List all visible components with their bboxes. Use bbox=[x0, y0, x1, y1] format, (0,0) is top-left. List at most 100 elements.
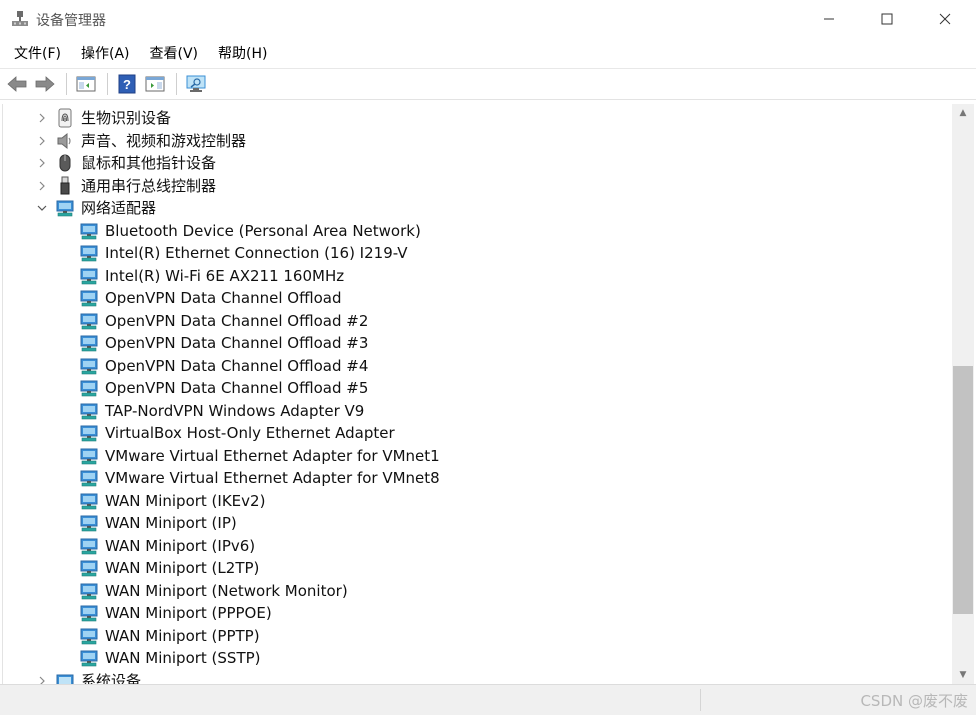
network-adapter-icon bbox=[79, 558, 99, 578]
tree-node-label: WAN Miniport (IP) bbox=[105, 514, 237, 532]
tree-device-item[interactable]: WAN Miniport (PPTP) bbox=[3, 625, 952, 648]
network-adapter-icon bbox=[79, 423, 99, 443]
tree-category[interactable]: 系统设备 bbox=[3, 670, 952, 684]
tree-device-item[interactable]: WAN Miniport (L2TP) bbox=[3, 557, 952, 580]
scroll-down-arrow[interactable]: ▼ bbox=[952, 666, 974, 684]
tree-device-item[interactable]: TAP-NordVPN Windows Adapter V9 bbox=[3, 400, 952, 423]
scan-hardware-changes-button[interactable] bbox=[183, 71, 209, 97]
tree-category[interactable]: 通用串行总线控制器 bbox=[3, 175, 952, 198]
tree-category-expanded[interactable]: 网络适配器 bbox=[3, 197, 952, 220]
chevron-right-icon[interactable] bbox=[35, 111, 49, 125]
tree-device-item[interactable]: Intel(R) Wi-Fi 6E AX211 160MHz bbox=[3, 265, 952, 288]
tree-device-item[interactable]: Intel(R) Ethernet Connection (16) I219-V bbox=[3, 242, 952, 265]
chevron-right-icon[interactable] bbox=[35, 156, 49, 170]
svg-text:?: ? bbox=[123, 77, 131, 92]
monitor-scan-icon bbox=[186, 75, 206, 92]
back-arrow-icon bbox=[7, 76, 27, 92]
tree-device-item[interactable]: WAN Miniport (SSTP) bbox=[3, 647, 952, 670]
tree-device-item[interactable]: WAN Miniport (Network Monitor) bbox=[3, 580, 952, 603]
maximize-button[interactable] bbox=[858, 0, 916, 38]
scroll-thumb[interactable] bbox=[953, 366, 973, 614]
network-adapter-icon bbox=[79, 311, 99, 331]
help-button[interactable]: ? bbox=[114, 71, 140, 97]
tree-category[interactable]: 生物识别设备 bbox=[3, 107, 952, 130]
tree-device-item[interactable]: VMware Virtual Ethernet Adapter for VMne… bbox=[3, 467, 952, 490]
chevron-right-icon[interactable] bbox=[35, 134, 49, 148]
console-tree-icon bbox=[76, 76, 96, 92]
mouse-icon bbox=[55, 153, 75, 173]
toolbar-separator bbox=[66, 73, 67, 95]
network-adapter-icon bbox=[79, 221, 99, 241]
minimize-button[interactable] bbox=[800, 0, 858, 38]
tree-device-item[interactable]: OpenVPN Data Channel Offload #2 bbox=[3, 310, 952, 333]
tree-node-label: WAN Miniport (IPv6) bbox=[105, 536, 256, 555]
network-adapter-icon bbox=[79, 603, 99, 623]
tree-device-item[interactable]: OpenVPN Data Channel Offload #3 bbox=[3, 332, 952, 355]
tree-device-item[interactable]: WAN Miniport (IP) bbox=[3, 512, 952, 535]
tree-device-item[interactable]: OpenVPN Data Channel Offload #4 bbox=[3, 355, 952, 378]
forward-button[interactable] bbox=[32, 71, 58, 97]
menu-bar: 文件(F) 操作(A) 查看(V) 帮助(H) bbox=[0, 38, 976, 68]
tree-node-label: 通用串行总线控制器 bbox=[81, 176, 217, 195]
network-adapter-icon bbox=[79, 243, 99, 263]
tree-device-item[interactable]: WAN Miniport (IKEv2) bbox=[3, 490, 952, 513]
menu-action[interactable]: 操作(A) bbox=[71, 39, 140, 67]
tree-device-item[interactable]: WAN Miniport (PPPOE) bbox=[3, 602, 952, 625]
tree-node-label: OpenVPN Data Channel Offload #5 bbox=[105, 379, 369, 397]
tree-node-label: 声音、视频和游戏控制器 bbox=[81, 131, 247, 150]
network-adapter-icon bbox=[79, 513, 99, 533]
tree-category[interactable]: 鼠标和其他指针设备 bbox=[3, 152, 952, 175]
tree-node-label: 鼠标和其他指针设备 bbox=[81, 154, 217, 172]
forward-arrow-icon bbox=[35, 76, 55, 92]
chevron-right-icon[interactable] bbox=[35, 674, 49, 684]
tree-node-label: 生物识别设备 bbox=[81, 109, 172, 127]
network-adapter-icon bbox=[79, 446, 99, 466]
tree-device-item[interactable]: WAN Miniport (IPv6) bbox=[3, 535, 952, 558]
back-button[interactable] bbox=[4, 71, 30, 97]
network-adapter-icon bbox=[79, 333, 99, 353]
tree-node-label: VirtualBox Host-Only Ethernet Adapter bbox=[105, 424, 395, 442]
tree-node-label: WAN Miniport (Network Monitor) bbox=[105, 581, 348, 600]
tree-device-item[interactable]: VMware Virtual Ethernet Adapter for VMne… bbox=[3, 445, 952, 468]
network-adapter-icon bbox=[55, 198, 75, 218]
menu-view[interactable]: 查看(V) bbox=[140, 39, 209, 67]
tree-device-item[interactable]: OpenVPN Data Channel Offload bbox=[3, 287, 952, 310]
tree-node-label: WAN Miniport (PPPOE) bbox=[105, 604, 272, 622]
toolbar-separator bbox=[176, 73, 177, 95]
tree-node-label: TAP-NordVPN Windows Adapter V9 bbox=[105, 401, 365, 420]
tree-node-label: Intel(R) Ethernet Connection (16) I219-V bbox=[105, 244, 408, 262]
tree-device-item[interactable]: OpenVPN Data Channel Offload #5 bbox=[3, 377, 952, 400]
close-button[interactable] bbox=[916, 0, 974, 38]
show-action-pane-button[interactable] bbox=[142, 71, 168, 97]
tree-node-label: VMware Virtual Ethernet Adapter for VMne… bbox=[105, 446, 440, 465]
tree-node-label: WAN Miniport (IKEv2) bbox=[105, 491, 266, 510]
chevron-right-icon[interactable] bbox=[35, 179, 49, 193]
tree-node-label: OpenVPN Data Channel Offload #3 bbox=[105, 334, 369, 352]
toolbar: ? bbox=[0, 68, 976, 100]
action-pane-icon bbox=[145, 76, 165, 92]
tree-node-label: VMware Virtual Ethernet Adapter for VMne… bbox=[105, 469, 440, 487]
window-title: 设备管理器 bbox=[36, 13, 106, 29]
tree-category[interactable]: 声音、视频和游戏控制器 bbox=[3, 130, 952, 153]
toolbar-separator bbox=[107, 73, 108, 95]
network-adapter-icon bbox=[79, 468, 99, 488]
tree-device-item[interactable]: Bluetooth Device (Personal Area Network) bbox=[3, 220, 952, 243]
show-hide-console-tree-button[interactable] bbox=[73, 71, 99, 97]
network-adapter-icon bbox=[79, 266, 99, 286]
network-adapter-icon bbox=[79, 491, 99, 511]
vertical-scrollbar[interactable]: ▲ ▼ bbox=[952, 104, 974, 684]
tree-node-label: Bluetooth Device (Personal Area Network) bbox=[105, 221, 421, 240]
network-adapter-icon bbox=[79, 356, 99, 376]
scroll-up-arrow[interactable]: ▲ bbox=[952, 104, 974, 122]
chevron-down-icon[interactable] bbox=[35, 201, 49, 215]
tree-node-label: Intel(R) Wi-Fi 6E AX211 160MHz bbox=[105, 266, 345, 285]
menu-help[interactable]: 帮助(H) bbox=[208, 39, 277, 67]
menu-file[interactable]: 文件(F) bbox=[4, 39, 71, 67]
network-adapter-icon bbox=[79, 581, 99, 601]
watermark-text: CSDN @废不废 bbox=[860, 692, 968, 710]
tree-node-label: WAN Miniport (L2TP) bbox=[105, 559, 260, 577]
speaker-icon bbox=[55, 131, 75, 151]
tree-device-item[interactable]: VirtualBox Host-Only Ethernet Adapter bbox=[3, 422, 952, 445]
device-tree[interactable]: 生物识别设备声音、视频和游戏控制器 鼠标和其他指针设备 通用串行总线控制器网络适配器… bbox=[2, 104, 952, 684]
network-adapter-icon bbox=[79, 378, 99, 398]
